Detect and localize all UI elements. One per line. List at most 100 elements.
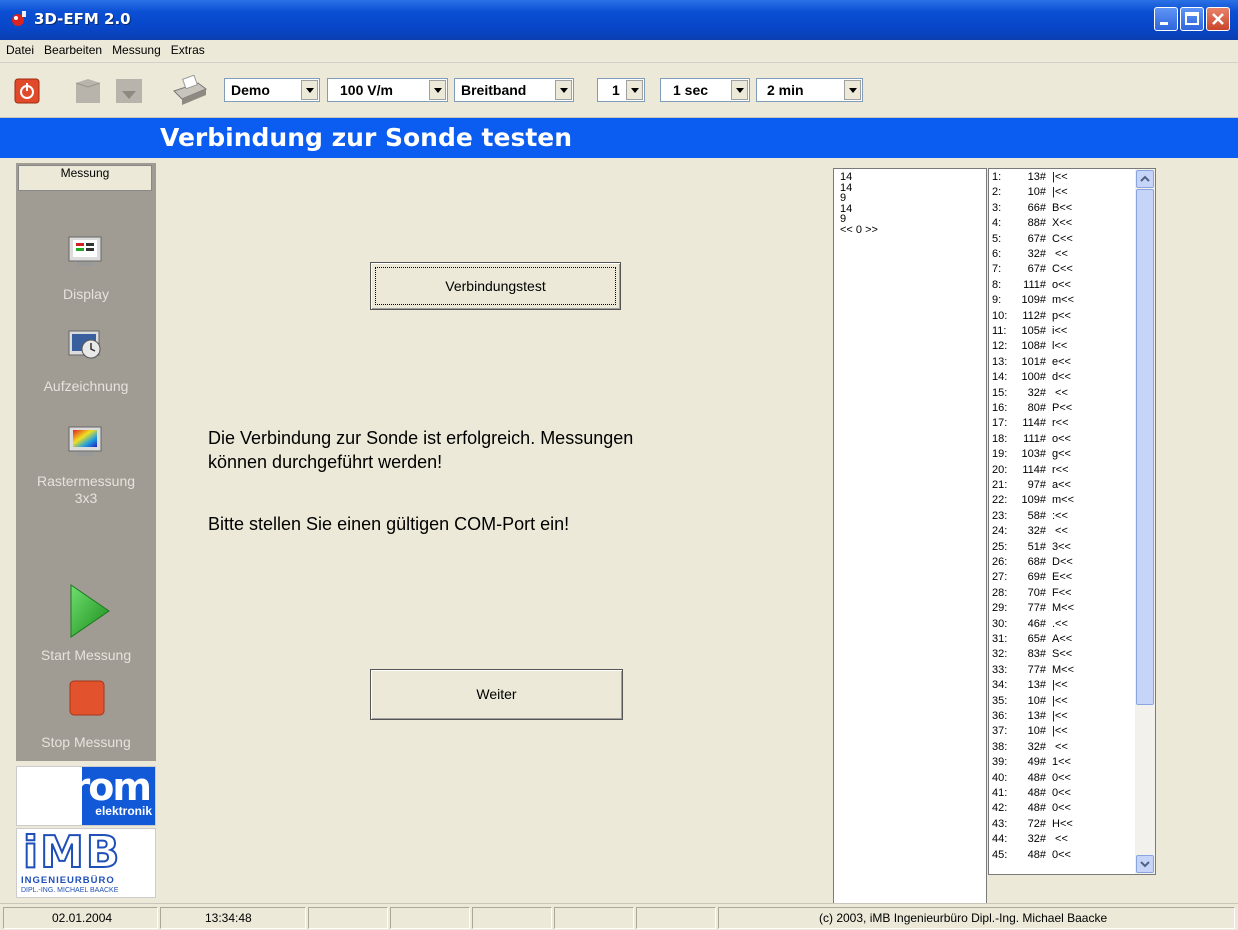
start-play-icon[interactable] bbox=[67, 583, 113, 639]
chevron-down-icon[interactable] bbox=[301, 80, 318, 100]
page-header: Verbindung zur Sonde testen bbox=[0, 118, 1238, 158]
list-item: 8: 111# o<< bbox=[992, 278, 1071, 291]
range-select[interactable]: 100 V/m bbox=[327, 78, 448, 102]
connection-test-button[interactable]: Verbindungstest bbox=[370, 262, 621, 310]
status-panel bbox=[554, 907, 634, 929]
imb-logo: iMB INGENIEURBÜRO DIPL.-ING. MICHAEL BAA… bbox=[16, 826, 156, 898]
interval-select[interactable]: 1 sec bbox=[660, 78, 750, 102]
power-icon[interactable] bbox=[14, 78, 40, 104]
menu-datei[interactable]: Datei bbox=[0, 40, 38, 57]
status-copyright: (c) 2003, iMB Ingenieurbüro Dipl.-Ing. M… bbox=[718, 907, 1235, 929]
list-item: 45: 48# 0<< bbox=[992, 848, 1071, 861]
list-item: 9 bbox=[840, 213, 847, 225]
list-item: 21: 97# a<< bbox=[992, 479, 1071, 491]
list-item: 36: 13# |<< bbox=[992, 710, 1068, 722]
window-title: 3D-EFM 2.0 bbox=[34, 10, 131, 28]
status-date: 02.01.2004 bbox=[3, 907, 158, 929]
menu-bearbeiten[interactable]: Bearbeiten bbox=[38, 40, 106, 57]
minimize-button[interactable] bbox=[1154, 7, 1178, 31]
list-item: 34: 13# |<< bbox=[992, 679, 1068, 692]
display-icon[interactable] bbox=[67, 235, 103, 267]
chevron-down-icon bbox=[1140, 861, 1150, 868]
list-scrollbar[interactable] bbox=[1135, 169, 1155, 874]
scroll-down-button[interactable] bbox=[1136, 855, 1154, 873]
status-panel bbox=[636, 907, 716, 929]
sidebar-item-rastermessung[interactable]: Rastermessung 3x3 bbox=[16, 473, 156, 507]
maximize-icon bbox=[1185, 12, 1199, 25]
band-select[interactable]: Breitband bbox=[454, 78, 574, 102]
list-item: 32: 83# S<< bbox=[992, 648, 1073, 661]
recording-icon[interactable] bbox=[67, 329, 103, 361]
status-time: 13:34:48 bbox=[160, 907, 306, 929]
chevron-down-icon[interactable] bbox=[429, 80, 446, 100]
list-item: 9: 109# m<< bbox=[992, 294, 1075, 307]
scroll-up-button[interactable] bbox=[1136, 170, 1154, 188]
printer-icon[interactable] bbox=[168, 75, 208, 107]
list-item: 23: 58#:<< bbox=[992, 509, 1068, 522]
duration-select[interactable]: 2 min bbox=[756, 78, 863, 102]
page-title: Verbindung zur Sonde testen bbox=[160, 123, 573, 152]
menu-extras[interactable]: Extras bbox=[165, 40, 209, 57]
close-button[interactable] bbox=[1206, 7, 1230, 31]
list-item: 22: 109# m<< bbox=[992, 494, 1075, 507]
list-item: 40: 48# 0<< bbox=[992, 771, 1071, 784]
list-item: << 0 >> bbox=[840, 223, 878, 236]
scroll-thumb[interactable] bbox=[1136, 189, 1154, 705]
sidebar-item-label: Rastermessung bbox=[36, 473, 136, 489]
maximize-button[interactable] bbox=[1180, 7, 1204, 31]
list-item: 25: 51# 3<< bbox=[992, 540, 1071, 553]
chevron-down-icon[interactable] bbox=[731, 80, 748, 100]
save-file-icon[interactable] bbox=[112, 75, 146, 107]
list-item: 14: 100# d<< bbox=[992, 371, 1071, 384]
list-item: 12: 108# l<< bbox=[992, 340, 1068, 353]
raw-data-list[interactable]: 14 14 9 14 9 << 0 >> bbox=[833, 168, 987, 908]
com-port-message: Bitte stellen Sie einen gültigen COM-Por… bbox=[208, 514, 570, 534]
sidebar-item-display[interactable]: Display bbox=[16, 286, 156, 303]
list-item: 26: 68# D<< bbox=[992, 556, 1073, 568]
chevron-down-icon[interactable] bbox=[844, 80, 861, 100]
close-icon bbox=[1212, 13, 1224, 25]
title-bar[interactable]: 3D-EFM 2.0 bbox=[0, 0, 1238, 40]
list-item: 13: 101# e<< bbox=[992, 355, 1071, 368]
status-panel bbox=[472, 907, 552, 929]
status-panel bbox=[390, 907, 470, 929]
sidebar-item-sublabel: 3x3 bbox=[74, 490, 98, 506]
list-item: 14 bbox=[840, 171, 853, 183]
list-item: 15: 32# << bbox=[992, 386, 1068, 399]
list-item: 38: 32# << bbox=[992, 740, 1068, 753]
list-item: 2: 10# |<< bbox=[992, 186, 1068, 199]
list-item: 7: 67# C<< bbox=[992, 263, 1073, 276]
list-item: 41: 48# 0<< bbox=[992, 787, 1071, 799]
menu-messung[interactable]: Messung bbox=[106, 40, 165, 57]
sidebar: Messung Display Aufzeichnung Rastermessu… bbox=[16, 163, 156, 761]
app-icon bbox=[12, 11, 26, 26]
raster-icon[interactable] bbox=[67, 425, 103, 457]
list-item: 27: 69# E<< bbox=[992, 571, 1073, 584]
list-item: 9 bbox=[840, 192, 847, 204]
stop-icon[interactable] bbox=[69, 680, 105, 716]
chevron-down-icon[interactable] bbox=[555, 80, 572, 100]
list-item: 24: 32# << bbox=[992, 525, 1068, 538]
toolbar: Demo 100 V/m Breitband 1 1 sec 2 min bbox=[0, 63, 1238, 118]
rom-elektronik-logo: rom elektronik bbox=[16, 765, 156, 826]
mode-select[interactable]: Demo bbox=[224, 78, 320, 102]
stop-measurement-button[interactable]: Stop Messung bbox=[16, 734, 156, 751]
list-item: 20: 114# r<< bbox=[992, 463, 1069, 476]
open-file-icon[interactable] bbox=[72, 75, 106, 107]
chevron-down-icon[interactable] bbox=[626, 80, 643, 100]
list-item: 31: 65# A<< bbox=[992, 633, 1073, 645]
list-item: 5: 67# C<< bbox=[992, 232, 1073, 245]
list-item: 35: 10# |<< bbox=[992, 694, 1068, 707]
next-button[interactable]: Weiter bbox=[370, 669, 623, 720]
sidebar-item-aufzeichnung[interactable]: Aufzeichnung bbox=[16, 378, 156, 395]
start-measurement-button[interactable]: Start Messung bbox=[16, 647, 156, 664]
list-item: 16: 80# P<< bbox=[992, 402, 1073, 414]
success-message: Die Verbindung zur Sonde ist erfolgreich… bbox=[208, 428, 634, 472]
list-item: 14 bbox=[840, 181, 853, 194]
list-item: 19: 103# g<< bbox=[992, 448, 1071, 461]
channel-select[interactable]: 1 bbox=[597, 78, 645, 102]
minimize-icon bbox=[1160, 22, 1168, 25]
char-data-list[interactable]: 1: 13# |<< 2: 10# |<< 3: 66# B<< 4: 88# X<< 5: 67# C<<… bbox=[988, 168, 1156, 875]
status-panel bbox=[308, 907, 388, 929]
list-item: 44: 32# << bbox=[992, 833, 1068, 846]
